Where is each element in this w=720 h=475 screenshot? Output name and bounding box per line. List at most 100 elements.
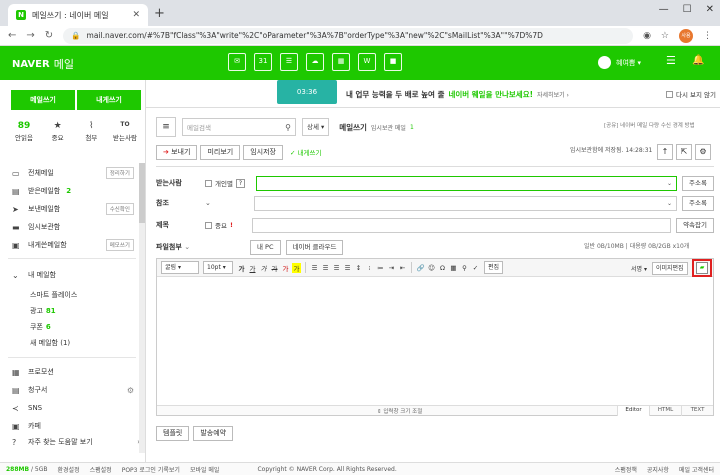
- sidebar-scrollbar[interactable]: [139, 163, 145, 453]
- table-icon[interactable]: ▦: [449, 264, 458, 272]
- font-size-select[interactable]: 10pt ▾: [203, 261, 233, 274]
- folder-self[interactable]: ▣ 내게쓴메일함 메모쓰기: [12, 237, 134, 253]
- search-scope-dropdown[interactable]: 상세 ▾: [302, 118, 330, 136]
- hide-banner-option[interactable]: 다시 보지 않기: [666, 89, 716, 99]
- maximize-icon[interactable]: ☐: [683, 4, 692, 15]
- folder-sent[interactable]: ➤ 보낸메일함 수신확인: [12, 201, 134, 217]
- user-menu[interactable]: 혜여쁨 ▾: [598, 56, 641, 69]
- banner-image[interactable]: 03:36: [277, 80, 337, 104]
- image-editor-button[interactable]: 이미지편집: [651, 262, 688, 275]
- quick-attachment[interactable]: ⌇ 첨부: [79, 121, 103, 142]
- bold-icon[interactable]: 가: [237, 263, 246, 273]
- popout-icon[interactable]: ⇱: [676, 144, 692, 160]
- cc-expand-icon[interactable]: ⌄: [205, 199, 251, 207]
- preview-button[interactable]: 미리보기: [200, 144, 241, 160]
- mode-editor-tab[interactable]: Editor: [617, 406, 649, 416]
- signature-dropdown[interactable]: 서명 ▾: [631, 264, 647, 273]
- calendar-app-icon[interactable]: 31: [254, 53, 272, 71]
- highlight-icon[interactable]: 가: [292, 262, 301, 273]
- more-menu-icon[interactable]: ☰: [666, 54, 676, 67]
- folder-ads[interactable]: 광고 81: [30, 306, 56, 316]
- quick-recipient[interactable]: TO 받는사람: [113, 121, 137, 142]
- important-option[interactable]: 중요!: [205, 220, 233, 230]
- italic-icon[interactable]: 가: [259, 263, 268, 273]
- cc-address-book-button[interactable]: 주소록: [682, 195, 714, 211]
- settings-gear-icon[interactable]: ⚙: [695, 144, 711, 160]
- spellcheck-icon[interactable]: ✓: [471, 264, 480, 272]
- banner-more-link[interactable]: 자세히보기 ›: [537, 90, 569, 99]
- new-tab-icon[interactable]: +: [154, 6, 165, 21]
- align-left-icon[interactable]: ☰: [310, 264, 319, 272]
- quick-unread[interactable]: 89 안읽음: [12, 121, 36, 142]
- number-list-icon[interactable]: ≔: [376, 264, 385, 272]
- mobile-mail-link[interactable]: 모바일 메일: [190, 465, 220, 474]
- my-pc-button[interactable]: 내 PC: [250, 239, 281, 255]
- address-bar[interactable]: 🔒 mail.naver.com/#%7B"fClass"%3A"write"%…: [63, 27, 634, 44]
- chevron-down-icon[interactable]: ⌄: [667, 177, 672, 190]
- subject-input[interactable]: [251, 217, 672, 233]
- personal-option[interactable]: 개인별?: [205, 178, 245, 188]
- notice-link[interactable]: 공지사항: [647, 465, 669, 474]
- align-justify-icon[interactable]: ☰: [343, 264, 352, 272]
- folder-smartplace[interactable]: 스마트 플레이스: [30, 290, 77, 300]
- help-icon[interactable]: ?: [235, 178, 245, 188]
- search-replace-icon[interactable]: ⚲: [460, 264, 469, 272]
- indent-icon[interactable]: ⇥: [387, 264, 396, 272]
- bookmark-star-icon[interactable]: ☆: [661, 31, 669, 41]
- folder-menu-icon[interactable]: ≡: [156, 117, 176, 137]
- outdent-icon[interactable]: ⇤: [398, 264, 407, 272]
- search-input[interactable]: 메일검색 ⚲: [182, 118, 296, 136]
- notice-link[interactable]: [공유] 네이버 메일 다량 수신 경계 방법: [604, 121, 695, 129]
- minimize-icon[interactable]: —: [659, 4, 669, 15]
- html-edit-button[interactable]: 편집: [484, 261, 504, 274]
- notification-bell-icon[interactable]: 🔔: [692, 55, 704, 66]
- support-link[interactable]: 메일 고객센터: [679, 465, 714, 474]
- mode-text-tab[interactable]: TEXT: [681, 406, 713, 416]
- reload-icon[interactable]: ↻: [45, 30, 53, 41]
- important-checkbox[interactable]: [205, 221, 212, 229]
- pop3-log-link[interactable]: POP3 로그인 기록보기: [122, 465, 180, 474]
- spam-policy-link[interactable]: 스팸정책: [615, 465, 637, 474]
- bullet-list-icon[interactable]: ⁝: [365, 264, 374, 272]
- quick-important[interactable]: ★ 중요: [46, 121, 70, 142]
- contacts-app-icon[interactable]: ☰: [280, 53, 298, 71]
- font-family-select[interactable]: 굴림 ▾: [161, 261, 199, 274]
- symbol-icon[interactable]: Ω: [438, 264, 447, 272]
- mode-html-tab[interactable]: HTML: [649, 406, 681, 416]
- cleanup-button[interactable]: 정리하기: [105, 167, 134, 179]
- save-draft-button[interactable]: 임시저장: [243, 144, 283, 160]
- folder-cafe[interactable]: ▣ 카페: [12, 418, 134, 434]
- cloud-app-icon[interactable]: ☁: [306, 53, 324, 71]
- hide-banner-checkbox[interactable]: [666, 90, 673, 98]
- browser-menu-icon[interactable]: ⋮: [703, 31, 712, 41]
- gear-icon[interactable]: ⚙: [127, 386, 134, 395]
- folder-new[interactable]: 새 메일함 (1): [30, 338, 70, 348]
- folder-coupon[interactable]: 쿠폰 6: [30, 322, 51, 332]
- draft-label[interactable]: 임시보관 메일: [371, 123, 406, 132]
- scroll-top-icon[interactable]: ↑: [657, 144, 673, 160]
- naver-logo[interactable]: NAVER 메일: [12, 56, 74, 72]
- help-link[interactable]: ? 자주 찾는 도움말 보기 ›: [6, 434, 140, 450]
- font-color-icon[interactable]: 가: [281, 263, 290, 273]
- memo-app-icon[interactable]: ▦: [332, 53, 350, 71]
- close-window-icon[interactable]: ✕: [706, 4, 714, 15]
- resize-handle[interactable]: ⇕ 입력창 크기 조절: [377, 407, 422, 415]
- folder-inbox[interactable]: ▤ 받은메일함 2: [12, 183, 134, 199]
- to-input[interactable]: ⌄: [255, 175, 678, 191]
- office-app-icon[interactable]: W: [358, 53, 376, 71]
- spam-settings-link[interactable]: 스팸설정: [90, 465, 112, 474]
- chevron-down-icon[interactable]: ⌄: [667, 197, 672, 210]
- read-receipt-button[interactable]: 수신확인: [105, 203, 134, 215]
- strike-icon[interactable]: 가: [270, 263, 279, 273]
- underline-icon[interactable]: 가: [248, 263, 257, 273]
- search-icon[interactable]: ⚲: [285, 123, 291, 132]
- mail-app-icon[interactable]: ✉: [228, 53, 246, 71]
- forward-icon[interactable]: →: [26, 30, 34, 41]
- personal-checkbox[interactable]: [205, 179, 212, 187]
- align-right-icon[interactable]: ☰: [332, 264, 341, 272]
- line-height-icon[interactable]: ↕: [354, 264, 363, 272]
- to-me-toggle[interactable]: ✓ 내게쓰기: [290, 147, 321, 157]
- folder-all[interactable]: ▭ 전체메일 정리하기: [12, 165, 134, 181]
- write-to-self-button[interactable]: 내게쓰기: [77, 90, 141, 110]
- scrollbar-thumb[interactable]: [139, 163, 145, 223]
